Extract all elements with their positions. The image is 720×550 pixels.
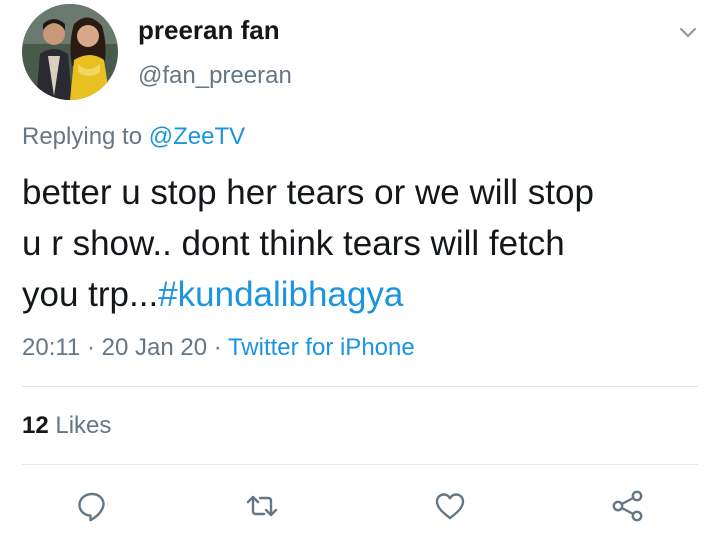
likes-label: Likes [55, 412, 112, 439]
retweet-icon[interactable] [244, 488, 280, 524]
meta-separator: · [213, 334, 222, 361]
tweet-text-fragment: you trp... [22, 275, 159, 314]
tweet-text-line: u r show.. dont think tears will fetch [22, 224, 565, 263]
meta-separator: · [86, 334, 95, 361]
avatar[interactable] [22, 4, 118, 100]
avatar-photo [22, 4, 118, 100]
share-icon[interactable] [610, 488, 646, 524]
replying-to: Replying to @ZeeTV [22, 123, 245, 151]
tweet-text-line: better u stop her tears or we will stop [22, 173, 594, 212]
tweet-time: 20:11 [22, 334, 81, 361]
heart-icon[interactable] [432, 488, 468, 524]
user-handle[interactable]: @fan_preeran [138, 62, 292, 90]
tweet-source-link[interactable]: Twitter for iPhone [228, 334, 415, 361]
tweet-meta: 20:11 · 20 Jan 20 · Twitter for iPhone [22, 334, 415, 362]
hashtag-link[interactable]: #kundalibhagya [158, 275, 403, 314]
replying-prefix: Replying to [22, 123, 143, 150]
display-name[interactable]: preeran fan [138, 15, 280, 46]
divider [22, 464, 698, 465]
likes-count[interactable]: 12 Likes [22, 412, 111, 440]
tweet-text: better u stop her tears or we will stop … [22, 167, 702, 320]
likes-number: 12 [22, 412, 49, 439]
chevron-down-icon[interactable] [676, 20, 700, 44]
reply-icon[interactable] [74, 488, 110, 524]
tweet-date: 20 Jan 20 [101, 334, 208, 361]
replying-mention-link[interactable]: @ZeeTV [149, 123, 245, 150]
divider [22, 386, 698, 387]
tweet-text-line: you trp...#kundalibhagya [22, 269, 702, 320]
